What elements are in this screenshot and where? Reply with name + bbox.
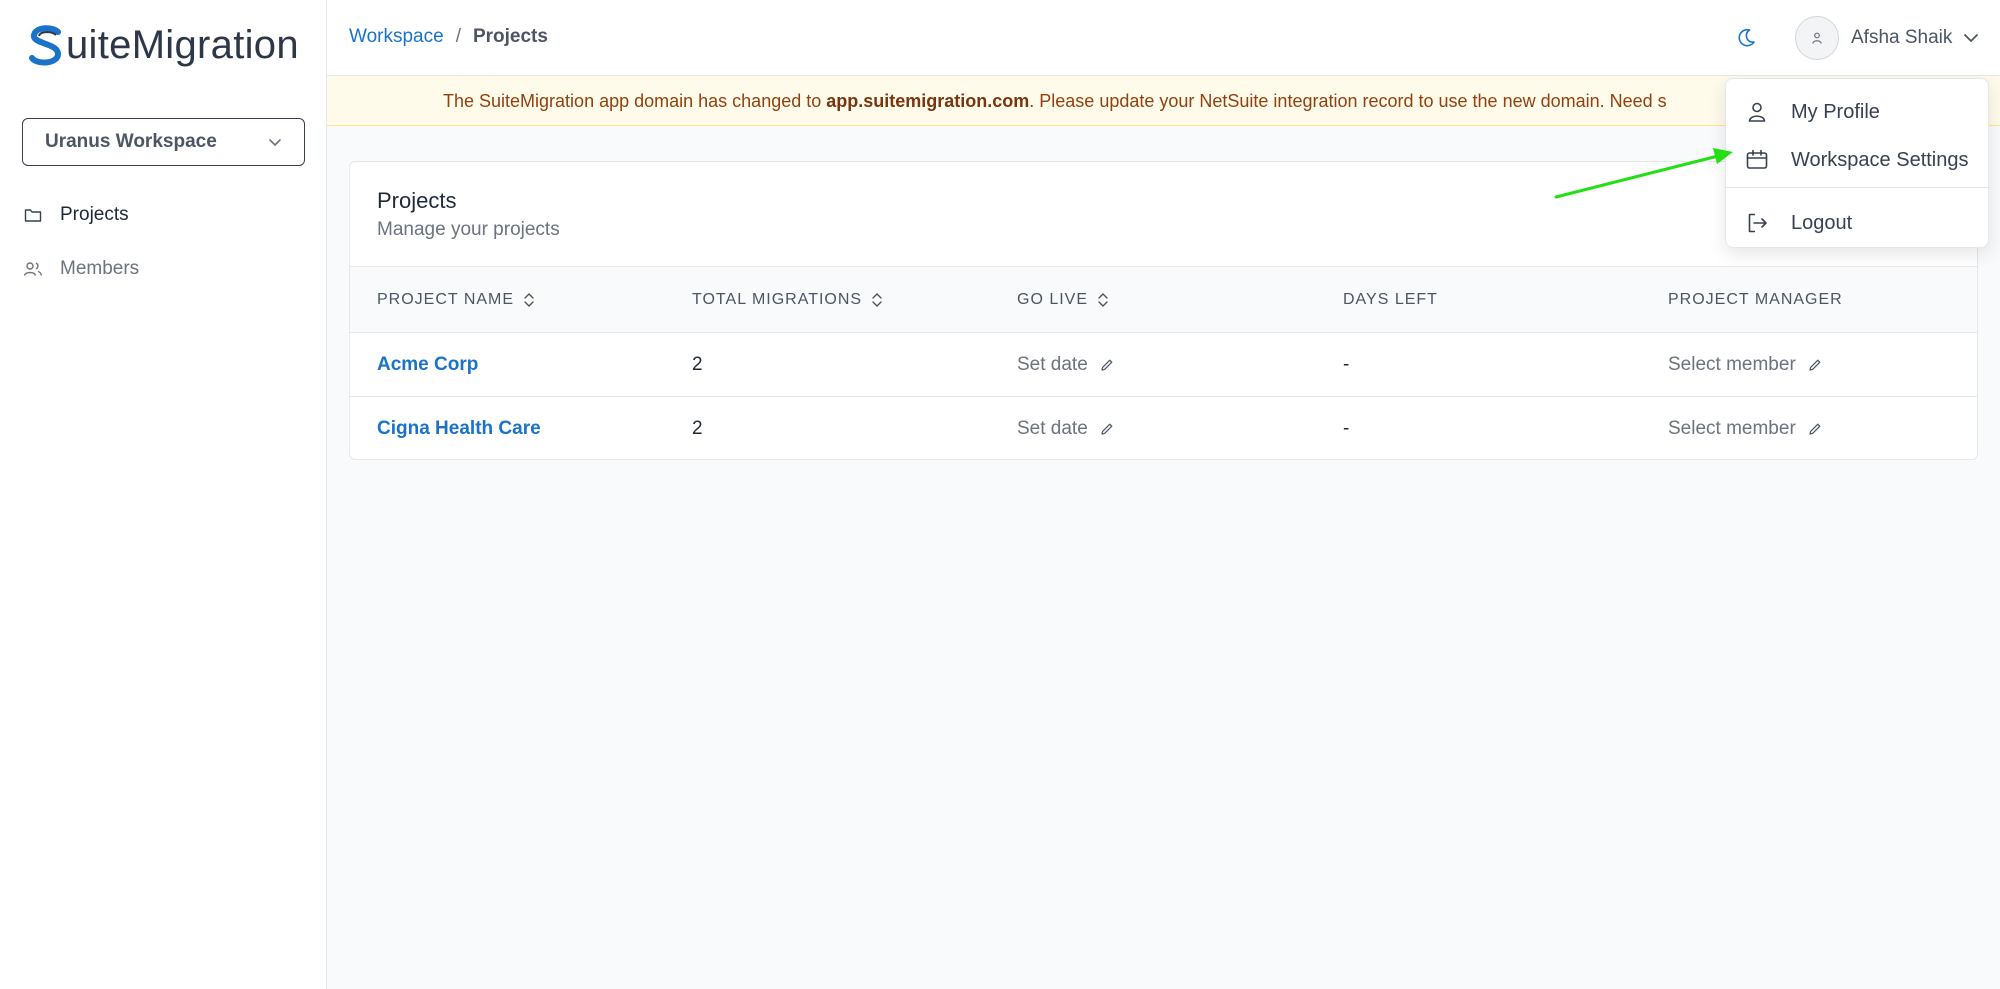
column-header-go-live[interactable]: GO LIVE <box>1017 291 1110 309</box>
user-icon <box>1744 99 1770 125</box>
theme-toggle-button[interactable] <box>1734 26 1758 50</box>
table-row: Cigna Health Care 2 Set date - Select me… <box>350 397 1977 459</box>
moon-icon <box>1738 28 1755 47</box>
project-name-link[interactable]: Acme Corp <box>377 354 478 376</box>
pencil-icon <box>1101 359 1113 371</box>
sidebar: uiteMigration Uranus Workspace Projects … <box>0 0 327 989</box>
pencil-icon <box>1809 359 1821 371</box>
column-header-total-migrations[interactable]: TOTAL MIGRATIONS <box>692 291 884 309</box>
menu-item-workspace-settings[interactable]: Workspace Settings <box>1726 138 1988 182</box>
table-header: PROJECT NAME TOTAL MIGRATIONS GO LIVE DA… <box>350 266 1977 333</box>
column-header-days-left: DAYS LEFT <box>1343 291 1438 309</box>
sidebar-item-members[interactable]: Members <box>22 252 305 286</box>
column-header-label: TOTAL MIGRATIONS <box>692 291 863 308</box>
project-manager-value: Select member <box>1668 418 1796 439</box>
banner-text-suffix: . Please update your NetSuite integratio… <box>1029 91 1667 111</box>
sidebar-item-projects[interactable]: Projects <box>22 198 305 232</box>
card-title: Projects <box>377 188 457 213</box>
menu-item-my-profile[interactable]: My Profile <box>1726 90 1988 134</box>
user-menu-button[interactable]: Afsha Shaik <box>1795 16 1980 60</box>
column-header-label: DAYS LEFT <box>1343 291 1438 308</box>
menu-item-logout[interactable]: Logout <box>1726 201 1988 245</box>
project-manager-value: Select member <box>1668 354 1796 375</box>
app-logo[interactable]: uiteMigration <box>28 22 299 68</box>
column-header-label: PROJECT NAME <box>377 291 515 308</box>
menu-item-label: Workspace Settings <box>1791 148 1969 171</box>
pencil-icon <box>1101 423 1113 435</box>
column-header-label: PROJECT MANAGER <box>1668 291 1843 308</box>
folder-icon <box>22 204 44 226</box>
total-migrations-value: 2 <box>692 354 703 375</box>
days-left-value: - <box>1343 354 1350 375</box>
pencil-icon <box>1809 423 1821 435</box>
avatar <box>1795 16 1839 60</box>
breadcrumb-workspace-link[interactable]: Workspace <box>349 26 444 48</box>
top-header: Workspace / Projects Afsha Shaik <box>327 0 2000 76</box>
user-name: Afsha Shaik <box>1851 27 1953 48</box>
go-live-set-date-button[interactable]: Set date <box>1017 354 1114 376</box>
user-avatar-icon <box>1812 32 1822 44</box>
user-dropdown-menu: My Profile Workspace Settings Logout <box>1725 78 1989 248</box>
table-row: Acme Corp 2 Set date - Select member <box>350 333 1977 397</box>
workspace-select[interactable]: Uranus Workspace <box>22 118 305 166</box>
menu-divider <box>1726 187 1988 188</box>
card-subtitle: Manage your projects <box>377 219 560 240</box>
column-header-project-manager: PROJECT MANAGER <box>1668 291 1843 309</box>
go-live-value: Set date <box>1017 418 1088 439</box>
sort-icon <box>524 293 534 307</box>
logo-text: uiteMigration <box>66 22 299 67</box>
sort-icon <box>1098 293 1108 307</box>
project-name-link[interactable]: Cigna Health Care <box>377 418 541 440</box>
column-header-label: GO LIVE <box>1017 291 1089 308</box>
menu-item-label: Logout <box>1791 211 1853 234</box>
banner-text-prefix: The SuiteMigration app domain has change… <box>443 91 827 111</box>
users-icon <box>22 258 44 280</box>
days-left-value: - <box>1343 418 1350 439</box>
logout-icon <box>1744 210 1770 236</box>
menu-item-label: My Profile <box>1791 100 1880 123</box>
go-live-value: Set date <box>1017 354 1088 375</box>
go-live-set-date-button[interactable]: Set date <box>1017 418 1114 440</box>
settings-calendar-icon <box>1744 147 1770 173</box>
project-manager-select-button[interactable]: Select member <box>1668 418 1822 440</box>
chevron-down-icon <box>269 139 281 147</box>
breadcrumb: Workspace / Projects <box>349 26 548 48</box>
logo-s-icon <box>29 25 62 66</box>
breadcrumb-separator: / <box>455 26 461 47</box>
project-manager-select-button[interactable]: Select member <box>1668 354 1822 376</box>
column-header-project-name[interactable]: PROJECT NAME <box>377 291 536 309</box>
workspace-select-value: Uranus Workspace <box>45 131 217 152</box>
chevron-down-icon <box>1964 34 1979 43</box>
sort-icon <box>872 293 882 307</box>
sidebar-item-label: Members <box>60 258 140 279</box>
sidebar-nav: Projects Members <box>22 198 305 306</box>
total-migrations-value: 2 <box>692 418 703 439</box>
breadcrumb-current: Projects <box>472 26 548 47</box>
banner-domain: app.suitemigration.com <box>826 91 1030 111</box>
sidebar-item-label: Projects <box>60 204 129 225</box>
